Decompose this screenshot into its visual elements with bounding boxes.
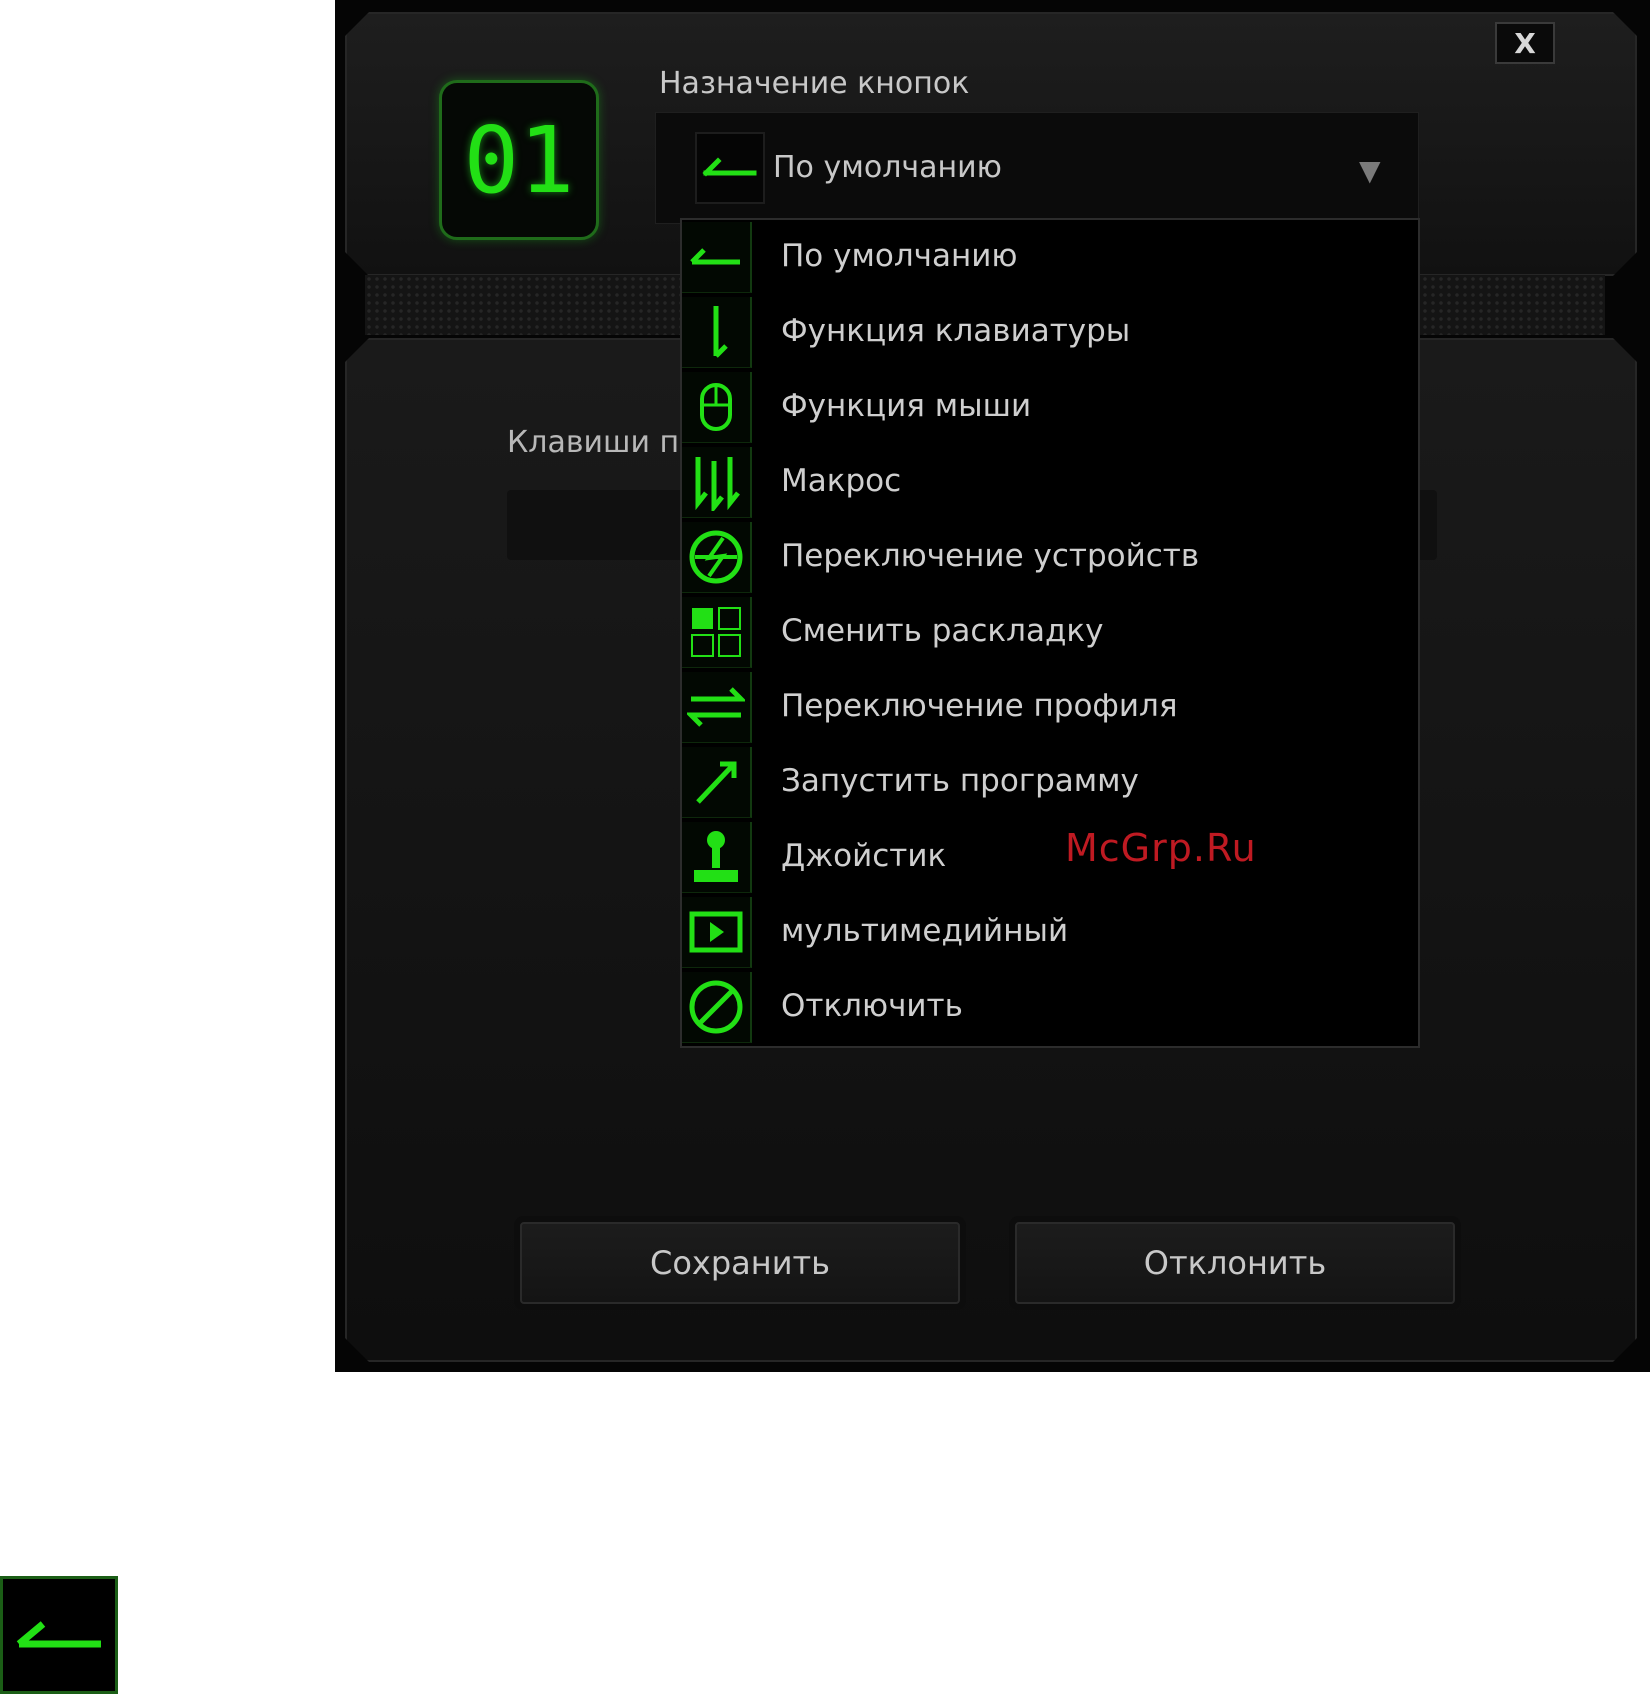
section-label: Назначение кнопок [659, 66, 970, 101]
default-arrow-icon [682, 222, 752, 293]
menu-item-label: Переключение профиля [781, 688, 1178, 724]
device-switch-icon [682, 522, 752, 593]
menu-item-default[interactable]: По умолчанию [682, 220, 1418, 295]
menu-item-label: По умолчанию [781, 238, 1018, 274]
keys-label: Клавиши п [507, 425, 680, 460]
menu-item-layout[interactable]: Сменить раскладку [682, 595, 1418, 670]
close-button[interactable]: X [1495, 22, 1555, 64]
launch-program-icon [682, 747, 752, 818]
profile-switch-icon [682, 672, 752, 743]
menu-item-multimedia[interactable]: мультимедийный [682, 895, 1418, 970]
menu-item-launch-program[interactable]: Запустить программу [682, 745, 1418, 820]
menu-item-mouse[interactable]: Функция мыши [682, 370, 1418, 445]
menu-item-label: Отключить [781, 988, 963, 1024]
menu-item-profile-switch[interactable]: Переключение профиля [682, 670, 1418, 745]
menu-item-label: Функция клавиатуры [781, 313, 1131, 349]
selected-value: По умолчанию [773, 150, 1002, 185]
menu-item-label: мультимедийный [781, 913, 1069, 949]
menu-item-label: Функция мыши [781, 388, 1032, 424]
chevron-down-icon[interactable]: ▼ [1359, 154, 1381, 187]
assignment-select[interactable] [655, 112, 1419, 224]
layout-grid-icon [682, 597, 752, 668]
disable-icon [682, 972, 752, 1043]
menu-item-joystick[interactable]: Джойстик [682, 820, 1418, 895]
watermark: McGrp.Ru [1065, 826, 1257, 870]
default-arrow-icon [0, 1576, 118, 1694]
assignment-dropdown-menu: По умолчанию Функция клавиатуры Функция … [680, 218, 1420, 1048]
default-arrow-icon [695, 132, 765, 204]
button-assignment-dialog: X 01 Назначение кнопок По умолчанию ▼ Кл… [335, 0, 1650, 1372]
menu-item-label: Сменить раскладку [781, 613, 1104, 649]
multimedia-icon [682, 897, 752, 968]
save-button[interactable]: Сохранить [520, 1222, 960, 1304]
mouse-icon [682, 372, 752, 443]
cancel-button[interactable]: Отклонить [1015, 1222, 1455, 1304]
menu-item-device-switch[interactable]: Переключение устройств [682, 520, 1418, 595]
button-number-badge: 01 [439, 80, 599, 240]
menu-item-keyboard[interactable]: Функция клавиатуры [682, 295, 1418, 370]
menu-item-label: Запустить программу [781, 763, 1139, 799]
menu-item-label: Переключение устройств [781, 538, 1200, 574]
menu-item-label: Макрос [781, 463, 902, 499]
macro-icon [682, 447, 752, 518]
menu-item-macro[interactable]: Макрос [682, 445, 1418, 520]
button-number: 01 [463, 106, 575, 214]
joystick-icon [682, 822, 752, 893]
menu-item-label: Джойстик [781, 838, 947, 874]
keyboard-function-icon [682, 297, 752, 368]
menu-item-disable[interactable]: Отключить [682, 970, 1418, 1045]
